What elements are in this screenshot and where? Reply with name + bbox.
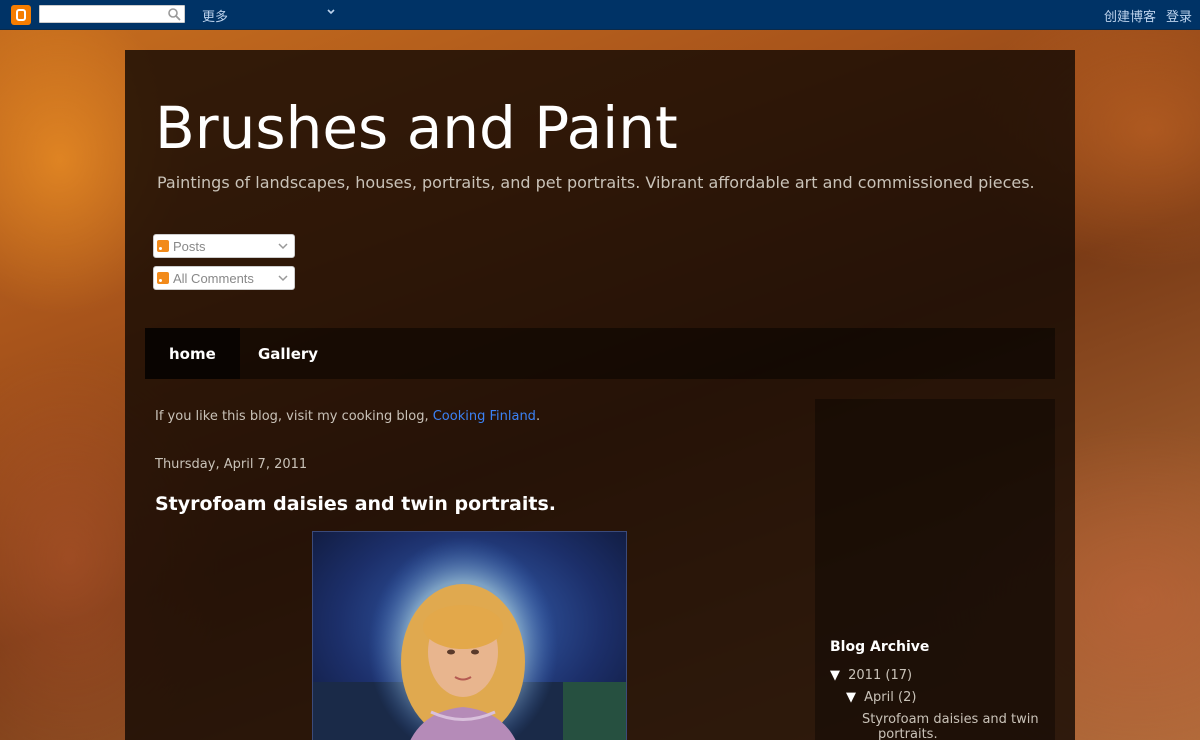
post-title[interactable]: Styrofoam daisies and twin portraits. [155, 493, 556, 515]
chevron-down-icon [278, 243, 288, 250]
search-icon[interactable] [167, 7, 181, 21]
page-tabs: home Gallery [145, 328, 1055, 379]
post-date: Thursday, April 7, 2011 [155, 457, 308, 472]
comments-feed-label: All Comments [173, 270, 254, 286]
blog-description: Paintings of landscapes, houses, portrai… [157, 173, 1035, 192]
intro-text-after: . [535, 409, 541, 424]
blogger-navbar: 更多 创建博客 登录 [0, 0, 1200, 30]
collapse-triangle-icon[interactable]: ▼ [846, 690, 856, 705]
create-blog-link[interactable]: 创建博客 [1104, 6, 1156, 25]
blogger-logo-icon[interactable] [11, 5, 31, 25]
posts-feed-label: Posts [173, 238, 206, 254]
sidebar: Blog Archive ▼ 2011 (17) ▼ April (2) Sty… [815, 399, 1055, 740]
posts-feed-dropdown[interactable]: Posts [153, 234, 295, 258]
archive-post-title-line1[interactable]: Styrofoam daisies and twin [862, 712, 1039, 727]
intro-text-before: If you like this blog, visit my cooking … [155, 409, 433, 424]
archive-month-label[interactable]: April [864, 690, 894, 705]
archive-post-title-line2[interactable]: portraits. [862, 727, 1039, 740]
more-menu[interactable]: 更多 [202, 6, 228, 25]
archive-year-label[interactable]: 2011 [848, 668, 881, 683]
cooking-finland-link[interactable]: Cooking Finland [433, 409, 536, 424]
search-input[interactable] [39, 5, 185, 23]
blog-title[interactable]: Brushes and Paint [155, 94, 678, 162]
chevron-down-icon [278, 275, 288, 282]
archive-year-count: (17) [885, 668, 913, 683]
archive-post-link[interactable]: Styrofoam daisies and twin portraits. [862, 712, 1039, 740]
rss-feed-icon [157, 272, 169, 284]
archive-month-april[interactable]: ▼ April (2) [846, 690, 916, 705]
tab-home[interactable]: home [145, 328, 240, 379]
main-container: Brushes and Paint Paintings of landscape… [125, 50, 1075, 740]
chevron-down-icon[interactable] [325, 6, 337, 18]
tab-gallery[interactable]: Gallery [234, 328, 342, 379]
portrait-painting-image[interactable] [312, 531, 627, 740]
comments-feed-dropdown[interactable]: All Comments [153, 266, 295, 290]
collapse-triangle-icon[interactable]: ▼ [830, 668, 840, 683]
intro-text: If you like this blog, visit my cooking … [155, 409, 540, 424]
blog-archive-title: Blog Archive [830, 639, 930, 655]
archive-month-count: (2) [898, 690, 917, 705]
archive-year-2011[interactable]: ▼ 2011 (17) [830, 668, 912, 683]
rss-feed-icon [157, 240, 169, 252]
login-link[interactable]: 登录 [1166, 6, 1192, 25]
